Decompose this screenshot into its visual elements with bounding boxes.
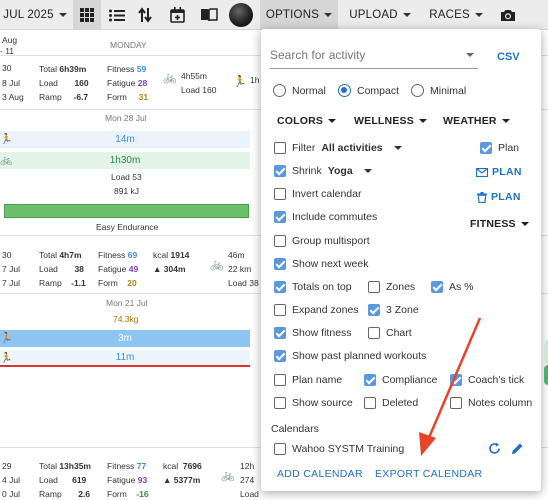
annotation-arrow-icon (419, 317, 482, 456)
side-tab[interactable] (544, 340, 548, 364)
side-tab[interactable] (544, 365, 548, 385)
